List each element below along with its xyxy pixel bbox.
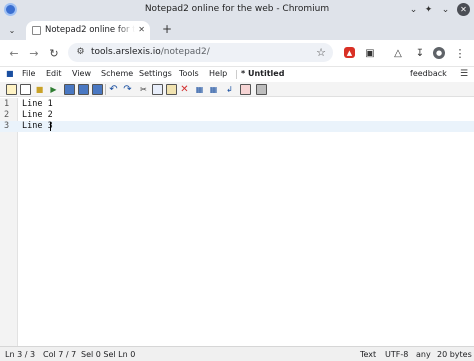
save-as-icon[interactable] [78,84,89,95]
labs-flask-icon[interactable]: △ [390,45,406,61]
status-encoding[interactable]: UTF-8 [385,350,408,359]
collapse-icon[interactable]: ⌄ [406,2,421,17]
save-copy-icon[interactable] [92,84,103,95]
save-icon[interactable] [64,84,75,95]
url-text: tools.arslexis.io/notepad2/ [91,47,210,57]
profile-avatar-icon[interactable]: ● [433,47,445,59]
extension-shield-icon[interactable]: ▲ [344,47,355,58]
tab-title: Notepad2 online for the web [45,25,135,35]
menu-separator [236,70,237,79]
menu-scheme[interactable]: Scheme [101,69,133,78]
new-tab-button[interactable]: + [160,22,174,36]
menu-help[interactable]: Help [209,69,227,78]
new-window-icon[interactable] [6,84,17,95]
line-text: Line 2 [22,110,53,120]
replace-icon[interactable]: ▦ [208,84,219,95]
menu-edit[interactable]: Edit [46,69,62,78]
editor-line-current[interactable]: 3 Line 3 [0,121,474,132]
menu-file[interactable]: File [22,69,35,78]
notepad-favicon-icon [32,26,41,35]
cut-icon[interactable]: ✂ [138,84,149,95]
app-menu-bar: ■ File Edit View Scheme Settings Tools H… [0,66,474,81]
status-line-position[interactable]: Ln 3 / 3 [5,350,35,359]
text-editor[interactable]: 1 Line 1 2 Line 2 3 Line 3 [0,98,474,346]
redo-icon[interactable]: ↷ [122,84,133,95]
more-options-icon[interactable]: ⋮ [452,45,468,61]
minimize-icon[interactable]: ⌄ [438,2,453,17]
new-file-icon[interactable] [20,84,31,95]
url-host: tools.arslexis.io [91,47,161,57]
status-mode[interactable]: Text [360,350,376,359]
document-title: * Untitled [241,69,285,78]
window-title-bar: Notepad2 online for the web - Chromium ⌄… [0,0,474,20]
tab-close-icon[interactable]: ✕ [138,25,145,34]
status-selection: Sel 0 Sel Ln 0 [81,350,136,359]
forward-arrow-icon[interactable]: → [26,45,42,61]
url-path: /notepad2/ [160,47,210,57]
menu-settings[interactable]: Settings [139,69,172,78]
toolbar-separator [105,84,106,95]
line-number: 3 [4,121,10,131]
copy-icon[interactable] [152,84,163,95]
text-caret [50,122,51,131]
home-icon[interactable]: ■ [6,70,14,78]
editor-toolbar: ■ ▶ ↶ ↷ ✂ ✕ ▦ ▦ ↲ [0,82,474,97]
editor-line[interactable]: 2 Line 2 [0,110,474,121]
status-bar: Ln 3 / 3 Col 7 / 7 Sel 0 Sel Ln 0 Text U… [0,346,474,361]
undo-icon[interactable]: ↶ [108,84,119,95]
status-line-ending[interactable]: any [416,350,431,359]
browser-toolbar: ← → ↻ ⚙ tools.arslexis.io/notepad2/ ☆ ▲ … [0,40,474,65]
find-icon[interactable]: ▦ [194,84,205,95]
scheme-icon[interactable] [256,84,267,95]
menu-tools[interactable]: Tools [179,69,199,78]
bookmark-star-icon[interactable]: ☆ [316,46,326,59]
tab-notepad2[interactable]: Notepad2 online for the web ✕ [26,21,150,40]
zoom-icon[interactable] [240,84,251,95]
feedback-link[interactable]: feedback [410,69,447,78]
tab-strip: ⌄ Notepad2 online for the web ✕ + [0,20,474,40]
line-text: Line 1 [22,99,53,109]
tab-list-chevron-icon[interactable]: ⌄ [4,23,20,37]
address-bar[interactable]: ⚙ tools.arslexis.io/notepad2/ ☆ [68,43,333,62]
line-text: Line 3 [22,121,53,131]
status-file-size: 20 bytes [437,350,472,359]
site-info-icon[interactable]: ⚙ [75,47,86,58]
paste-icon[interactable] [166,84,177,95]
line-number: 2 [4,110,10,120]
delete-icon[interactable]: ✕ [179,84,190,95]
word-wrap-icon[interactable]: ↲ [224,84,235,95]
back-arrow-icon[interactable]: ← [6,45,22,61]
extensions-puzzle-icon[interactable]: ▣ [362,45,378,61]
line-number-gutter [0,98,18,346]
window-title: Notepad2 online for the web - Chromium [144,4,330,14]
editor-line[interactable]: 1 Line 1 [0,99,474,110]
menu-view[interactable]: View [72,69,91,78]
close-window-button[interactable]: ✕ [457,3,470,16]
download-icon[interactable]: ↧ [412,45,428,61]
open-folder-icon[interactable]: ■ [34,84,45,95]
reload-icon[interactable]: ↻ [46,45,62,61]
pin-icon[interactable]: ✦ [421,2,436,17]
browse-icon[interactable]: ▶ [48,84,59,95]
status-column: Col 7 / 7 [43,350,77,359]
line-number: 1 [4,99,10,109]
hamburger-menu-icon[interactable]: ☰ [460,69,468,79]
